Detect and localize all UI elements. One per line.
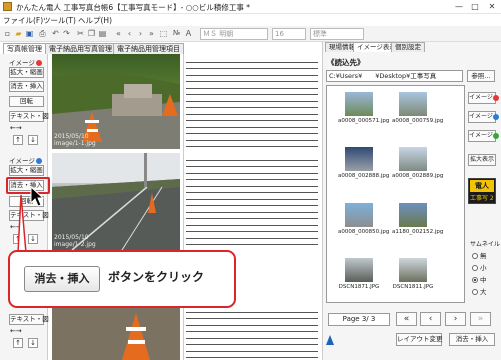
redo-icon[interactable]: ↷ [61, 28, 72, 39]
browse-button[interactable]: 参照... [467, 70, 495, 82]
menu-help[interactable]: ヘルプ(H) [78, 15, 112, 26]
prev-icon[interactable]: ‹ [124, 28, 135, 39]
last-page-button[interactable]: » [470, 312, 491, 326]
size-select[interactable]: 16 [272, 28, 306, 40]
close-button[interactable]: ✕ [486, 1, 498, 12]
app-icon [3, 2, 12, 11]
window-title: かんたん電人 工事写真台帳6【工事写真モード】- ○○ビル積修工事 * [16, 3, 250, 12]
new-icon[interactable]: ▫ [2, 28, 13, 39]
layout-change-button[interactable]: レイアウト変更 [396, 333, 443, 346]
page-indicator: Page 3/ 3 [328, 313, 390, 326]
memo-block-3[interactable] [186, 306, 318, 358]
first-icon[interactable]: « [113, 28, 124, 39]
number-icon[interactable]: № [171, 28, 182, 39]
undo-icon[interactable]: ↶ [50, 28, 61, 39]
thumbnail-4[interactable]: a0008_002889.jpg [392, 147, 443, 179]
save-icon[interactable]: ▣ [24, 28, 35, 39]
prev-page-button[interactable]: ‹ [420, 312, 441, 326]
last-icon[interactable]: » [146, 28, 157, 39]
thumbnail-2[interactable]: a0008_000759.jpg [392, 92, 443, 124]
up-button-1[interactable]: ↑ [13, 135, 23, 145]
enlarge-display-button[interactable]: 拡大表示 [468, 154, 496, 166]
tab-e-delivery-photo[interactable]: 電子納品用写真管理 [45, 43, 116, 54]
select-icon[interactable]: ⬚ [158, 28, 169, 39]
size-medium-radio[interactable]: 中 [472, 274, 487, 284]
red-dot-icon [492, 94, 499, 101]
photo-2-file: image/1-2.jpg [54, 241, 96, 248]
green-dot-icon [492, 132, 499, 139]
size-none-radio[interactable]: 無 [472, 250, 487, 260]
down-button-1[interactable]: ↓ [28, 135, 38, 145]
image-button-blue[interactable]: イメージ [468, 111, 499, 123]
thumbnail-8[interactable]: DSCN1811.JPG [392, 258, 434, 290]
menu-tools[interactable]: ツール(T) [43, 15, 76, 26]
photo-1-date: 2015/05/10 [54, 133, 89, 140]
text-fig-button-3[interactable]: テキスト・図 [9, 314, 49, 325]
construction-photo-3 [52, 305, 180, 360]
delete-insert-button-right[interactable]: 消去・挿入 [449, 333, 495, 346]
lr-arrows-3[interactable]: ←→ [10, 327, 22, 335]
image1-badge: イメージ [9, 57, 42, 67]
open-icon[interactable]: ▰ [13, 28, 24, 39]
photo-2-date: 2015/05/10 [54, 234, 89, 241]
print-icon[interactable]: ⎙ [37, 28, 48, 39]
memo-block-2[interactable] [186, 154, 318, 245]
minimize-button[interactable]: — [453, 1, 465, 12]
thumbnail-1[interactable]: a0008_000571.jpg [338, 92, 389, 124]
photo-slot-2[interactable]: 2015/05/10 image/1-2.jpg [52, 153, 180, 250]
denjin-logo: 電人 工事写 2 [468, 178, 496, 204]
size-small-radio[interactable]: 小 [472, 262, 487, 272]
thumbnail-5[interactable]: a0008_000850.jpg [338, 203, 389, 235]
blue-dot-icon [492, 113, 499, 120]
red-dot-icon [35, 60, 42, 66]
menu-bar: ファイル(F) ツール(T) ヘルプ(H) [0, 14, 501, 26]
rotate-button-1[interactable]: 回転 [9, 96, 44, 107]
text-fig-button-1[interactable]: テキスト・図 [9, 111, 49, 122]
down-button-3[interactable]: ↓ [28, 338, 38, 348]
menu-file[interactable]: ファイル(F) [3, 15, 43, 26]
blue-dot-icon [35, 158, 42, 164]
toolbar: ▫ ▰ ▣ ⎙ ↶ ↷ ✂ ❐ ▤ « ‹ › » ⬚ № Ａ ＭＳ 明朝 16… [0, 26, 501, 42]
photo-slot-3[interactable] [52, 305, 180, 360]
thumbnail-3[interactable]: a0008_002888.jpg [338, 147, 389, 179]
delete-insert-button-1[interactable]: 消去・挿入 [9, 81, 44, 92]
mouse-cursor-icon [30, 186, 45, 207]
size-large-radio[interactable]: 大 [472, 286, 487, 296]
enlarge-button-2[interactable]: 拡大・縮画 [9, 165, 44, 176]
tab-e-delivery-items[interactable]: 電子納品用管理項目 [113, 43, 184, 54]
paste-icon[interactable]: ▤ [97, 28, 108, 39]
image-button-red[interactable]: イメージ [468, 92, 499, 104]
tab-photo-book[interactable]: 写真帳管理 [3, 43, 46, 54]
up-button-3[interactable]: ↑ [13, 338, 23, 348]
lr-arrows-1[interactable]: ←→ [10, 124, 22, 132]
memo-block-1[interactable] [186, 56, 318, 147]
image2-badge: イメージ [9, 155, 42, 165]
next-icon[interactable]: › [135, 28, 146, 39]
callout-tail [17, 194, 27, 253]
photo-slot-1[interactable]: 2015/05/10 image/1-1.jpg [52, 54, 180, 149]
thumb-size-label: サムネイル [470, 241, 500, 248]
text-icon[interactable]: Ａ [183, 28, 194, 39]
font-select[interactable]: ＭＳ 明朝 [200, 28, 268, 40]
callout-box: 消去・挿入 ボタンをクリック [8, 250, 236, 308]
image-button-green[interactable]: イメージ [468, 130, 499, 142]
thumbnail-6[interactable]: a1180_002152.jpg [392, 203, 443, 235]
thumbnail-7[interactable]: DSCN1871.JPG [338, 258, 380, 290]
down-button-2[interactable]: ↓ [28, 234, 38, 244]
copy-icon[interactable]: ❐ [86, 28, 97, 39]
path-input[interactable]: C:¥Users¥ ¥Desktop¥工事写真 [326, 70, 463, 82]
style-select[interactable]: 標準 [310, 28, 364, 40]
first-page-button[interactable]: « [396, 312, 417, 326]
enlarge-button-1[interactable]: 拡大・縮画 [9, 67, 44, 78]
tab-individual-settings[interactable]: 個別設定 [391, 42, 425, 52]
next-page-button[interactable]: › [445, 312, 466, 326]
callout-text: ボタンをクリック [108, 270, 205, 284]
cut-icon[interactable]: ✂ [75, 28, 86, 39]
source-heading: 《読込先》 [327, 58, 365, 67]
maximize-button[interactable]: □ [469, 1, 481, 12]
photo-1-file: image/1-1.jpg [54, 140, 96, 147]
callout-button-image: 消去・挿入 [24, 266, 100, 292]
title-bar: かんたん電人 工事写真台帳6【工事写真モード】- ○○ビル積修工事 * — □ … [0, 0, 501, 14]
